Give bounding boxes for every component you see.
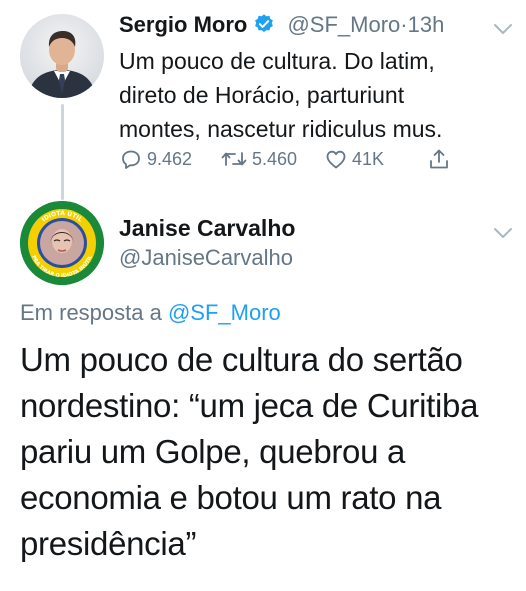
tweet-actions-bar: 9.462 5.460 41K: [119, 145, 459, 173]
tweet-timestamp[interactable]: 13h: [408, 12, 445, 37]
retweet-icon: [221, 152, 247, 166]
author-name[interactable]: Sergio Moro: [119, 12, 247, 37]
author-handle[interactable]: @SF_Moro: [287, 12, 400, 37]
reply-context: Em resposta a @SF_Moro: [20, 298, 281, 328]
parent-tweet-header: Sergio Moro @SF_Moro·13h: [119, 10, 444, 43]
verified-badge-icon: [253, 13, 275, 43]
share-button[interactable]: [427, 145, 455, 173]
reply-tweet-text: Um pouco de cultura do sertão nordestino…: [20, 341, 479, 562]
reply-count: 9.462: [147, 148, 193, 169]
like-button[interactable]: 41K: [324, 145, 384, 173]
reply-mention-link[interactable]: @SF_Moro: [168, 300, 281, 325]
reply-author-name[interactable]: Janise Carvalho: [119, 213, 295, 243]
reply-author-handle[interactable]: @JaniseCarvalho: [119, 243, 293, 273]
chevron-down-icon[interactable]: [493, 22, 513, 34]
thread-connector-line: [61, 104, 64, 200]
retweet-button[interactable]: 5.460: [220, 145, 297, 173]
retweet-count: 5.460: [252, 148, 298, 169]
avatar-sergio-moro[interactable]: [20, 14, 104, 98]
parent-tweet-text: Um pouco de cultura. Do latim, direto de…: [119, 48, 443, 142]
reply-button[interactable]: 9.462: [119, 145, 192, 173]
avatar-portrait-illustration: [28, 31, 96, 98]
reply-icon: [122, 150, 140, 169]
avatar-janise-carvalho[interactable]: IDIOTA ÚTIL PRA TIRAR O IDIOTA INÚTIL: [20, 201, 104, 285]
reply-prefix: Em resposta a: [20, 300, 162, 325]
separator-dot: ·: [400, 12, 408, 37]
like-icon: [326, 150, 346, 169]
like-count: 41K: [352, 148, 385, 169]
avatar-ring-badge: IDIOTA ÚTIL PRA TIRAR O IDIOTA INÚTIL: [20, 201, 104, 285]
chevron-down-icon[interactable]: [493, 226, 513, 238]
tweet-thread: Sergio Moro @SF_Moro·13h Um pouco de cul…: [0, 0, 526, 591]
share-icon: [430, 149, 448, 169]
parent-tweet[interactable]: Sergio Moro @SF_Moro·13h Um pouco de cul…: [0, 0, 526, 200]
